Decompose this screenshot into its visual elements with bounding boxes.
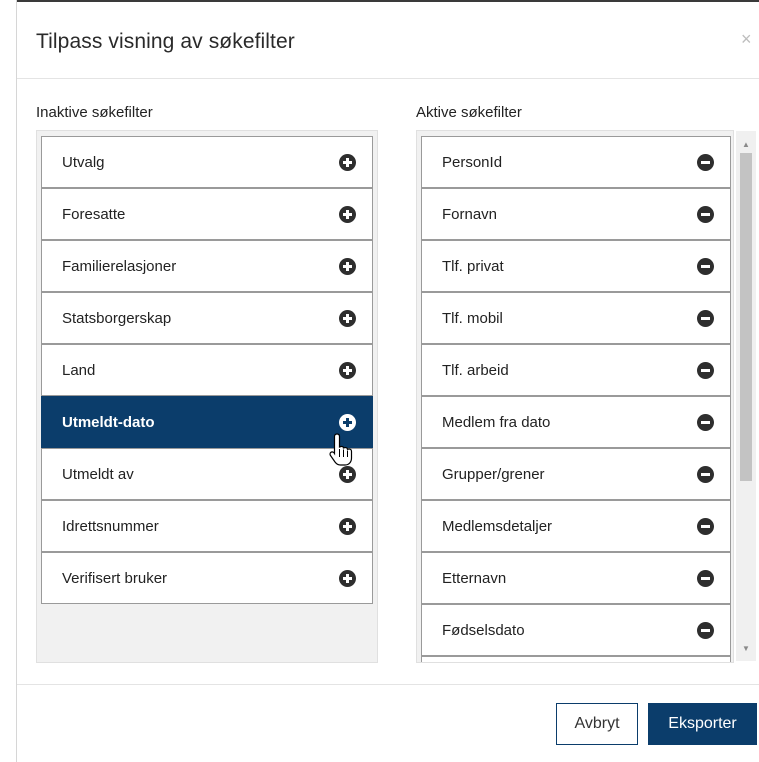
filter-label: Foresatte [62,205,126,223]
filter-label: Verifisert bruker [62,569,168,587]
dialog-left-border [16,0,17,762]
add-circle-icon[interactable] [339,309,356,327]
header-divider [17,78,759,79]
active-filter-medlem-fra-dato[interactable]: Medlem fra dato [421,396,731,448]
remove-circle-icon[interactable] [697,465,714,483]
inactive-filter-verifisert-bruker[interactable]: Verifisert bruker [41,552,373,604]
scroll-up-arrow-icon[interactable]: ▲ [736,135,756,153]
inactive-filter-utmeldt-dato[interactable]: Utmeldt-dato [41,396,373,448]
hand-cursor-icon [329,433,353,466]
filter-label: Medlemsdetaljer [442,517,553,535]
active-filters-panel: PersonId Fornavn Tlf. privat Tlf. mobil Tlf.… [416,130,734,663]
remove-circle-icon[interactable] [697,621,714,639]
active-filter-grupper-grener[interactable]: Grupper/grener [421,448,731,500]
remove-circle-icon[interactable] [697,361,714,379]
add-circle-icon[interactable] [339,361,356,379]
filter-label: Utmeldt av [62,465,134,483]
dialog-top-border [16,0,759,2]
cancel-button[interactable]: Avbryt [556,703,638,745]
active-filter-tlf-mobil[interactable]: Tlf. mobil [421,292,731,344]
add-circle-icon[interactable] [339,257,356,275]
filter-label: Tlf. arbeid [442,361,509,379]
inactive-filter-land[interactable]: Land [41,344,373,396]
inactive-filter-utvalg[interactable]: Utvalg [41,136,373,188]
filter-label: Utvalg [62,153,105,171]
inactive-filter-foresatte[interactable]: Foresatte [41,188,373,240]
active-filter-blank[interactable] [421,656,731,662]
filter-label: Statsborgerskap [62,309,172,327]
scroll-thumb[interactable] [740,153,752,481]
active-filter-tlf-arbeid[interactable]: Tlf. arbeid [421,344,731,396]
remove-circle-icon[interactable] [697,257,714,275]
add-circle-icon[interactable] [339,465,356,483]
active-filter-medlemsdetaljer[interactable]: Medlemsdetaljer [421,500,731,552]
inactive-filter-statsborgerskap[interactable]: Statsborgerskap [41,292,373,344]
remove-circle-icon[interactable] [697,153,714,171]
scroll-down-arrow-icon[interactable]: ▼ [736,639,756,657]
filter-label: Idrettsnummer [62,517,159,535]
active-filter-tlf-privat[interactable]: Tlf. privat [421,240,731,292]
active-filter-personid[interactable]: PersonId [421,136,731,188]
add-circle-icon[interactable] [339,205,356,223]
inactive-filter-utmeldt-av[interactable]: Utmeldt av [41,448,373,500]
dialog-title: Tilpass visning av søkefilter [36,30,295,53]
footer-divider [17,684,759,685]
inactive-filter-idrettsnummer[interactable]: Idrettsnummer [41,500,373,552]
filter-label: Tlf. privat [442,257,504,275]
active-filters-scrollbar[interactable]: ▲ ▼ [736,131,756,661]
filter-label: Utmeldt-dato [62,413,155,431]
add-circle-icon[interactable] [339,569,356,587]
inactive-filters-panel: Utvalg Foresatte Familierelasjoner Statsbor… [36,130,378,663]
filter-label: Fornavn [442,205,498,223]
active-filter-etternavn[interactable]: Etternavn [421,552,731,604]
remove-circle-icon[interactable] [697,309,714,327]
filter-label: Familierelasjoner [62,257,177,275]
remove-circle-icon[interactable] [697,569,714,587]
filter-label: PersonId [442,153,503,171]
close-icon[interactable]: × [741,30,752,48]
filter-label: Etternavn [442,569,507,587]
remove-circle-icon[interactable] [697,205,714,223]
active-filter-fødselsdato[interactable]: Fødselsdato [421,604,731,656]
inactive-filters-label: Inaktive søkefilter [36,104,153,121]
remove-circle-icon[interactable] [697,413,714,431]
filter-label: Land [62,361,96,379]
add-circle-icon[interactable] [339,517,356,535]
filter-label: Fødselsdato [442,621,525,639]
filter-label: Grupper/grener [442,465,545,483]
filter-label: Tlf. mobil [442,309,503,327]
export-button[interactable]: Eksporter [648,703,757,745]
inactive-filter-familierelasjoner[interactable]: Familierelasjoner [41,240,373,292]
filter-label: Medlem fra dato [442,413,551,431]
active-filters-label: Aktive søkefilter [416,104,522,121]
active-filter-fornavn[interactable]: Fornavn [421,188,731,240]
remove-circle-icon[interactable] [697,517,714,535]
add-circle-icon[interactable] [339,413,356,431]
add-circle-icon[interactable] [339,153,356,171]
